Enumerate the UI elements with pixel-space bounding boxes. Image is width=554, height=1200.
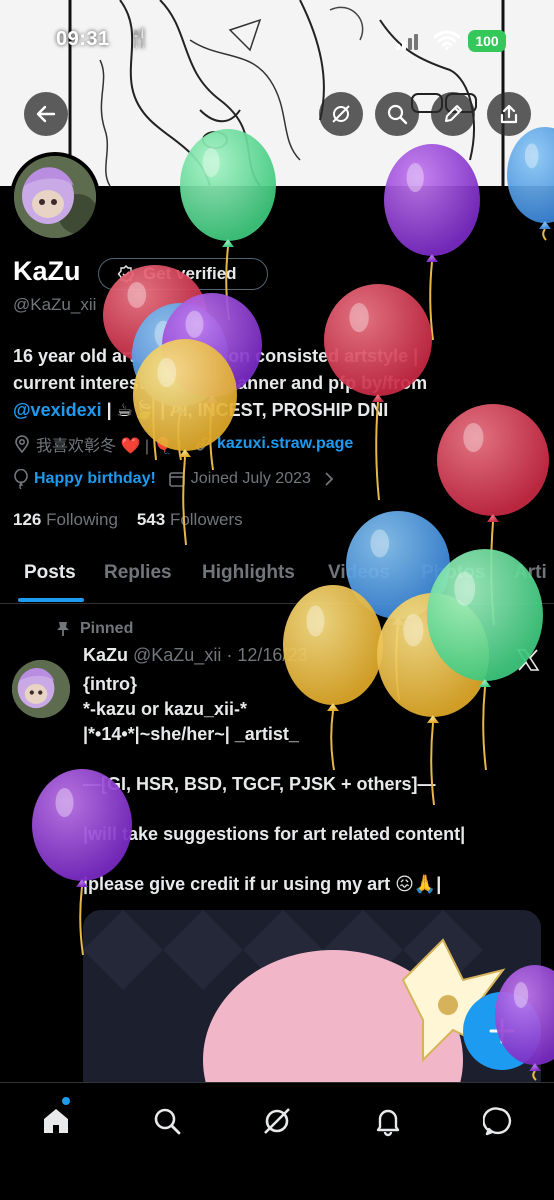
search-icon: [387, 104, 408, 125]
nav-home[interactable]: [36, 1101, 76, 1141]
joined-date: Joined July 2023: [190, 470, 311, 487]
post-line: |will take suggestions for art related c…: [83, 824, 466, 844]
bio-mention-link[interactable]: @vexidexi: [13, 400, 102, 420]
share-icon: [500, 104, 518, 124]
media-artwork: [83, 910, 541, 1084]
search-button[interactable]: [375, 92, 419, 136]
tab-replies[interactable]: Replies: [104, 562, 172, 584]
nav-grok[interactable]: [257, 1101, 297, 1141]
bell-icon: [376, 1109, 400, 1137]
grok-button[interactable]: [319, 92, 363, 136]
profile-avatar[interactable]: [10, 152, 100, 242]
edit-pencil-icon: [445, 105, 462, 122]
post-line: —[GI, HSR, BSD, TGCF, PJSK + others]—: [83, 774, 436, 794]
get-verified-label: Get verified: [143, 264, 237, 283]
post-text: {intro} *-kazu or kazu_xii-* |*•14•*|~sh…: [83, 672, 543, 897]
verified-badge-icon: [117, 265, 135, 283]
post-line: |*•14•*|~she/her~| _artist_: [83, 724, 299, 744]
tab-posts[interactable]: Posts: [24, 562, 76, 584]
post-author-avatar[interactable]: [12, 660, 70, 718]
post-avatar-image: [12, 660, 70, 718]
location-icon: [15, 435, 29, 453]
tab-highlights[interactable]: Highlights: [202, 562, 295, 584]
signal-icon: [396, 34, 418, 50]
calendar-icon: [168, 472, 185, 487]
profile-tabs: Posts Replies Highlights Videos Photos A…: [0, 548, 554, 604]
tab-articles[interactable]: Arti: [514, 562, 547, 584]
pinned-label: Pinned: [80, 620, 134, 637]
nav-messages[interactable]: [479, 1101, 519, 1141]
plus-icon: [489, 1018, 515, 1044]
post-header: KaZu @KaZu_xii · 12/16/23: [83, 645, 307, 666]
chevron-right-icon[interactable]: [323, 471, 335, 487]
pin-icon: [57, 622, 69, 636]
message-icon: [483, 1107, 512, 1136]
tab-photos[interactable]: Photos: [421, 562, 485, 584]
post-author-handle[interactable]: @KaZu_xii: [133, 645, 221, 665]
profile-bio: 16 year old artist with a non consisted …: [13, 343, 543, 424]
compose-button[interactable]: [463, 992, 541, 1070]
status-bar: 09:31 🍴 100: [0, 22, 554, 62]
post-line: {intro}: [83, 674, 137, 694]
bio-line-3: | ☕🍃 | AI, INCEST, PROSHIP DNI: [101, 400, 389, 420]
display-name: KaZu: [13, 256, 81, 286]
profile-meta-row: 我喜欢彰冬 ❤️ | 🎈 | kazuxi.straw.page: [13, 432, 365, 456]
fork-knife-icon: 🍴: [128, 28, 151, 48]
get-verified-button[interactable]: Get verified: [98, 258, 268, 290]
profile-location: 我喜欢彰冬 ❤️ | 🎈 |: [36, 438, 182, 455]
pinned-indicator: Pinned: [56, 620, 133, 638]
grok-icon: [332, 105, 350, 123]
post-author-name[interactable]: KaZu: [83, 645, 128, 665]
edit-button[interactable]: [431, 92, 475, 136]
bottom-navigation: [0, 1082, 554, 1200]
tab-videos[interactable]: Videos: [328, 562, 390, 584]
share-button[interactable]: [487, 92, 531, 136]
bio-line-1: 16 year old artist with a non consisted …: [13, 346, 419, 366]
followers-link[interactable]: 543 Followers: [137, 510, 243, 529]
following-link[interactable]: 126 Following: [13, 510, 118, 529]
nav-explore[interactable]: [147, 1101, 187, 1141]
status-time: 09:31: [56, 28, 110, 50]
birthday-link[interactable]: Happy birthday!: [34, 470, 156, 488]
bio-line-2: current interests below | banner and pfp…: [13, 373, 428, 393]
x-logo-icon: [516, 649, 540, 671]
battery-indicator: 100: [468, 30, 506, 52]
profile-website-link[interactable]: kazuxi.straw.page: [217, 435, 353, 453]
avatar-image: [14, 156, 96, 238]
balloon-icon: [14, 469, 28, 489]
home-notification-dot: [62, 1097, 70, 1105]
post-date: · 12/16/23: [226, 645, 308, 665]
profile-meta-row-2: Happy birthday! Joined July 2023: [13, 469, 335, 489]
post-line: |please give credit if ur using my art 😖…: [83, 874, 442, 894]
back-arrow-icon: [36, 105, 56, 123]
nav-notifications[interactable]: [368, 1101, 408, 1141]
post-media-image[interactable]: [83, 910, 541, 1084]
follow-counts: 126 Following 543 Followers: [13, 510, 243, 530]
following-label: Following: [46, 510, 118, 529]
post-line: *-kazu or kazu_xii-*: [83, 699, 248, 719]
back-button[interactable]: [24, 92, 68, 136]
explore-icon: [154, 1108, 181, 1135]
profile-handle: @KaZu_xii: [13, 295, 97, 314]
home-icon: [44, 1109, 68, 1133]
link-icon: [196, 437, 210, 451]
grok-nav-icon: [264, 1108, 290, 1134]
active-tab-indicator: [18, 598, 84, 602]
followers-count: 543: [136, 510, 166, 529]
wifi-icon: [434, 30, 460, 50]
followers-label: Followers: [169, 510, 243, 529]
following-count: 126: [13, 510, 42, 529]
